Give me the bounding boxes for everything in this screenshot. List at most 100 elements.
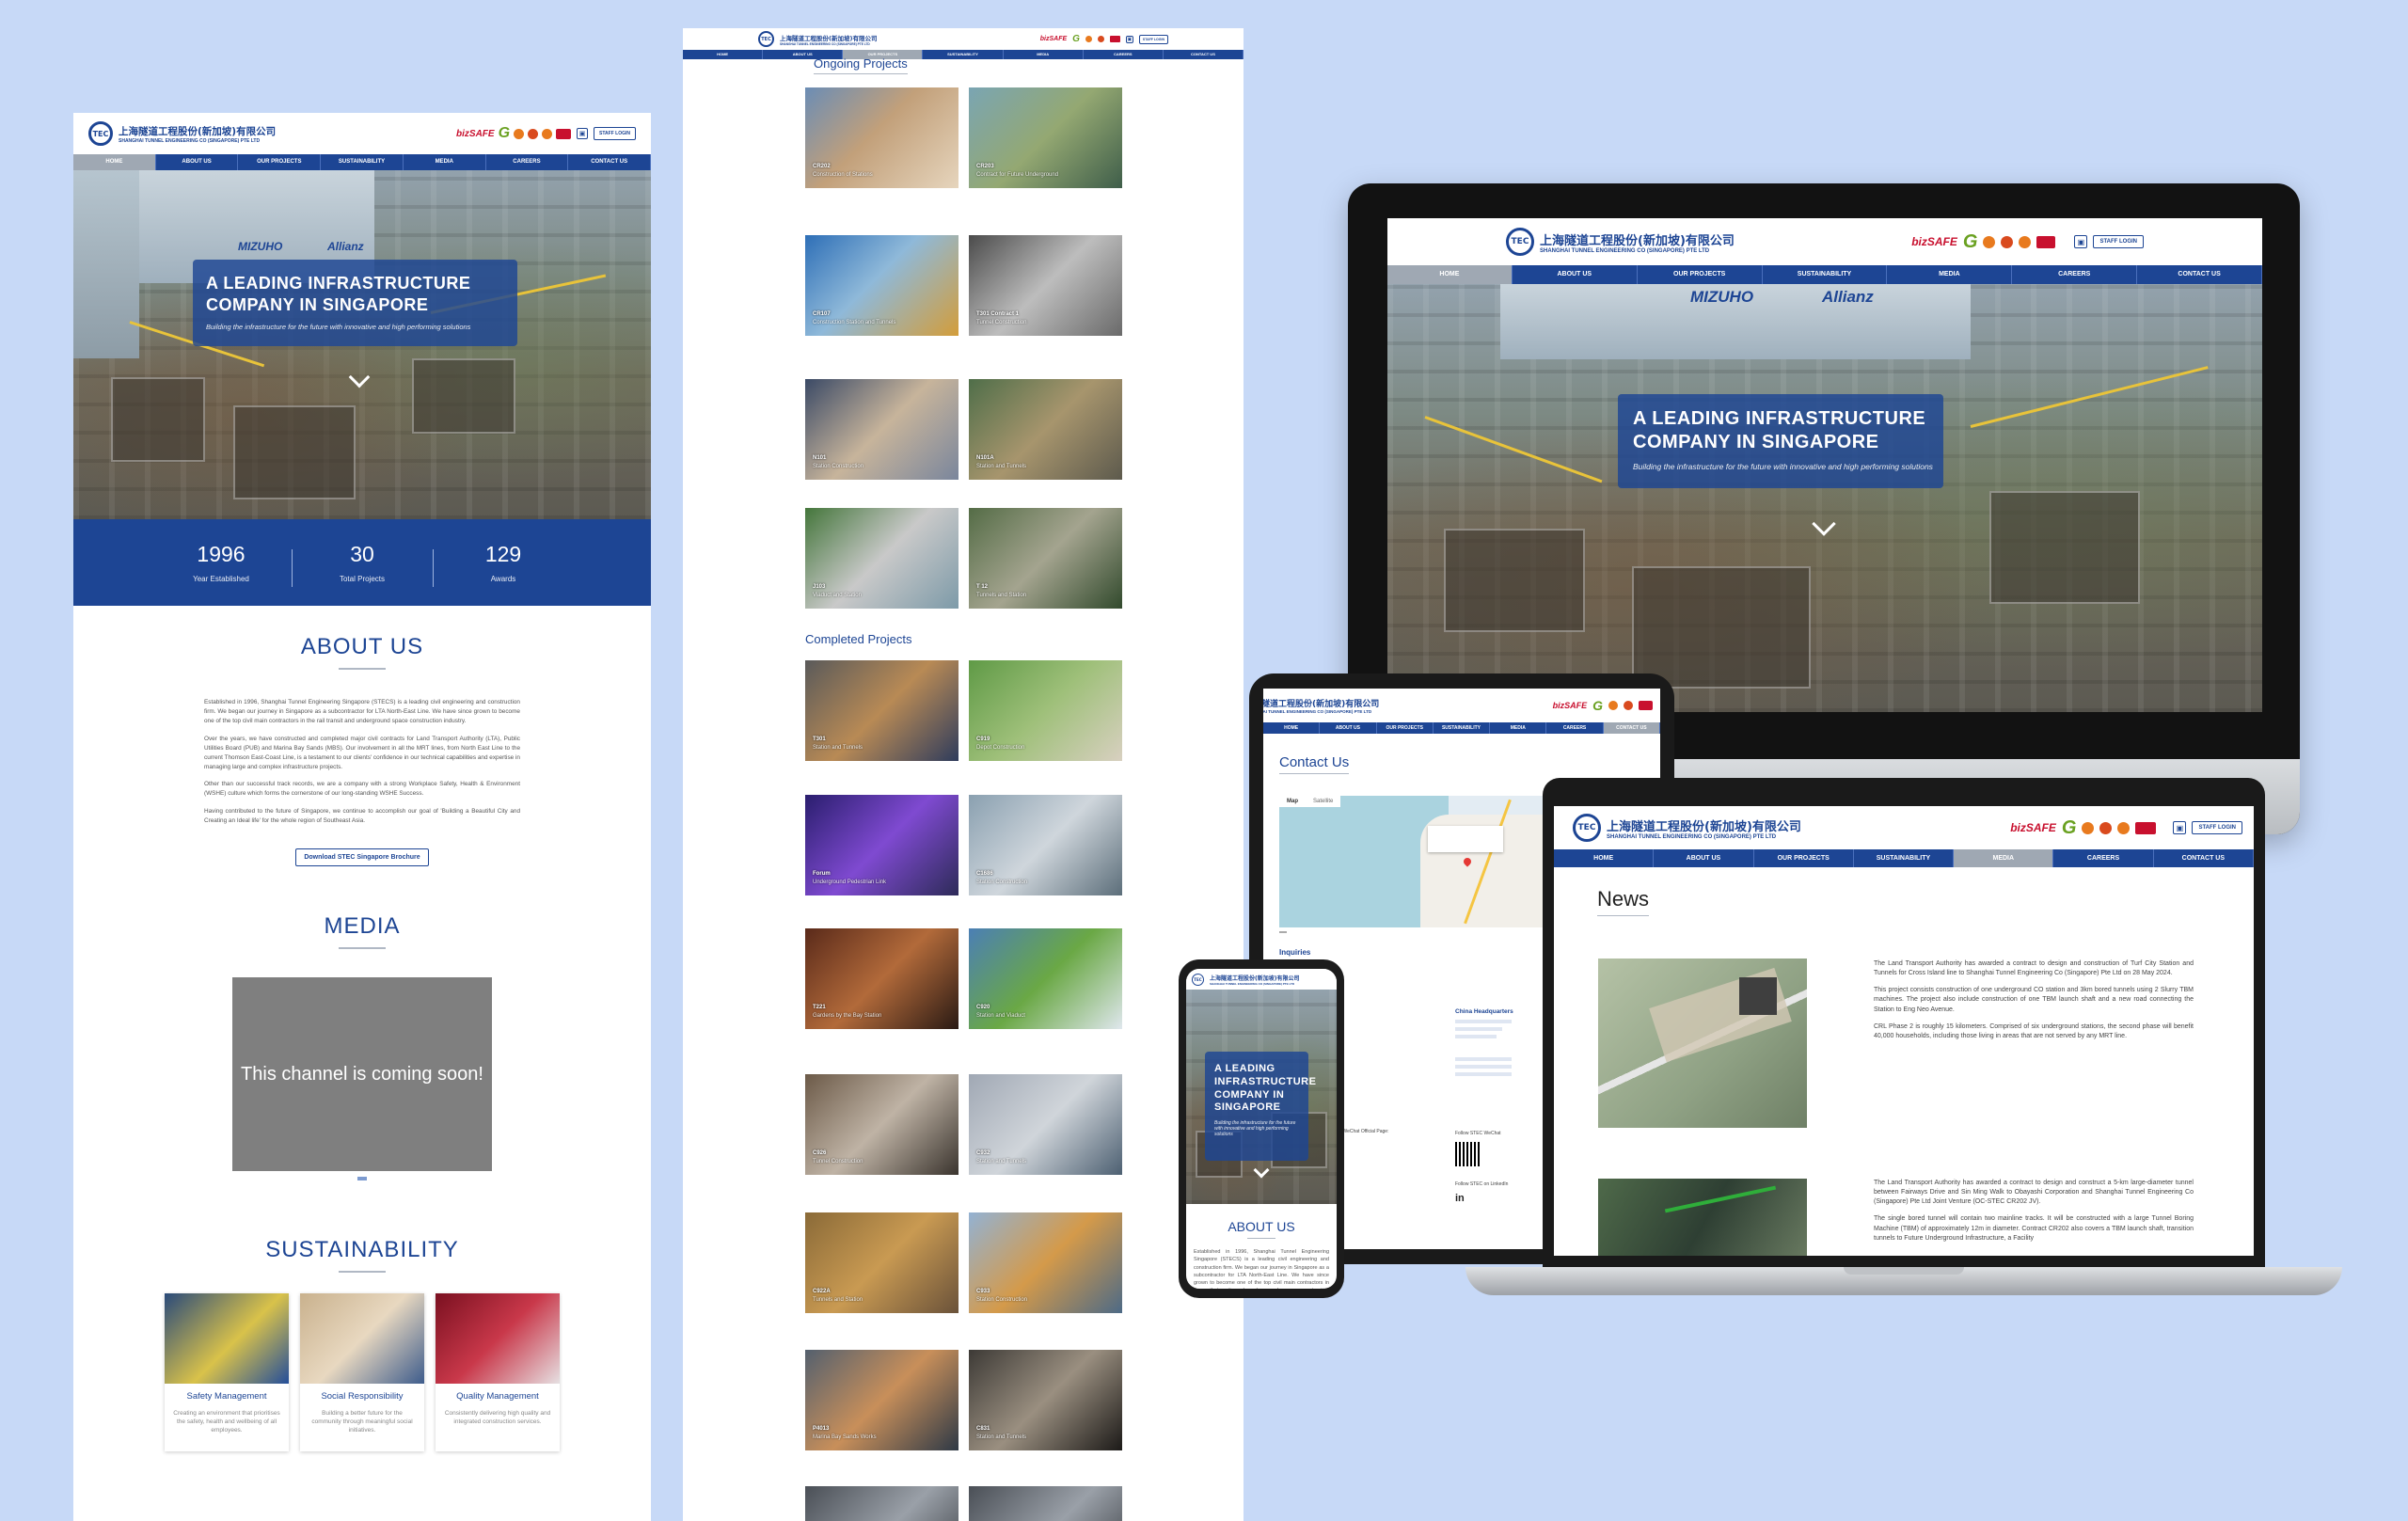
- project-caption: T 12 Tunnels and Station: [976, 583, 1026, 599]
- nav-projects[interactable]: OUR PROJECTS: [238, 154, 322, 170]
- nav-careers[interactable]: CAREERS: [1546, 722, 1604, 734]
- nav-home[interactable]: HOME: [683, 50, 764, 59]
- project-card[interactable]: C920 Station and Viaduct: [969, 928, 1122, 1029]
- project-code: Forum: [813, 871, 831, 878]
- site-logo[interactable]: TEC 上海隧道工程股份(新加坡)有限公司 SHANGHAI TUNNEL EN…: [758, 31, 877, 47]
- project-card[interactable]: C1686 Station Construction: [969, 795, 1122, 895]
- project-card[interactable]: [969, 1486, 1122, 1521]
- project-card[interactable]: C926 Tunnel Construction: [805, 1074, 958, 1175]
- project-card[interactable]: T301 Station and Tunnels: [805, 660, 958, 761]
- wechat-icon[interactable]: ▣: [577, 128, 589, 139]
- site-logo[interactable]: TEC 上海隧道工程股份(新加坡)有限公司 SHANGHAI TUNNEL EN…: [1192, 973, 1300, 986]
- nav-media[interactable]: MEDIA: [404, 154, 486, 170]
- nav-media[interactable]: MEDIA: [1490, 722, 1547, 734]
- site-header: TEC 上海隧道工程股份(新加坡)有限公司 SHANGHAI TUNNEL EN…: [1554, 806, 2254, 849]
- map-type-toggle[interactable]: Map Satellite: [1279, 796, 1341, 807]
- project-caption: Forum Underground Pedestrian Link: [813, 870, 886, 886]
- project-card[interactable]: C831 Station and Tunnels: [969, 1350, 1122, 1450]
- scroll-down-icon[interactable]: [348, 366, 371, 388]
- project-card[interactable]: C933 Station Construction: [969, 1212, 1122, 1313]
- nav-projects[interactable]: OUR PROJECTS: [1638, 265, 1763, 284]
- news-image-map[interactable]: [1598, 1179, 1807, 1256]
- nav-careers[interactable]: CAREERS: [1084, 50, 1164, 59]
- nav-about[interactable]: ABOUT US: [1320, 722, 1377, 734]
- carousel-dot[interactable]: [357, 1177, 367, 1181]
- project-name: Tunnels and Station: [976, 592, 1027, 598]
- nav-sustainability[interactable]: SUSTAINABILITY: [1434, 722, 1491, 734]
- project-card[interactable]: CR202 Construction of Stations: [805, 87, 958, 188]
- nav-contact[interactable]: CONTACT US: [568, 154, 651, 170]
- site-logo[interactable]: TEC 上海隧道工程股份(新加坡)有限公司 SHANGHAI TUNNEL EN…: [1573, 814, 1801, 842]
- brochure-button[interactable]: Download STEC Singapore Brochure: [295, 848, 429, 867]
- sustainability-card[interactable]: Quality Management Consistently deliveri…: [436, 1293, 560, 1452]
- wechat-icon[interactable]: ▣: [1125, 35, 1133, 43]
- project-card[interactable]: C919 Depot Construction: [969, 660, 1122, 761]
- project-caption: C831 Station and Tunnels: [976, 1425, 1026, 1441]
- staff-login-button[interactable]: STAFF LOGIN: [2093, 235, 2144, 248]
- project-card[interactable]: T221 Gardens by the Bay Station: [805, 928, 958, 1029]
- nav-careers[interactable]: CAREERS: [486, 154, 569, 170]
- nav-contact[interactable]: CONTACT US: [2154, 849, 2254, 867]
- nav-projects[interactable]: OUR PROJECTS: [1377, 722, 1434, 734]
- project-card[interactable]: T 12 Tunnels and Station: [969, 508, 1122, 609]
- project-card[interactable]: C922A Tunnels and Station: [805, 1212, 958, 1313]
- nav-about[interactable]: ABOUT US: [1654, 849, 1754, 867]
- nav-sustainability[interactable]: SUSTAINABILITY: [923, 50, 1004, 59]
- nav-about[interactable]: ABOUT US: [1513, 265, 1638, 284]
- completed-title: Completed Projects: [805, 632, 912, 646]
- staff-login-button[interactable]: STAFF LOGIN: [2192, 821, 2242, 834]
- nav-sustainability[interactable]: SUSTAINABILITY: [1854, 849, 1955, 867]
- hero-callout: A LEADING INFRASTRUCTURE COMPANY IN SING…: [1618, 394, 1943, 488]
- nav-home[interactable]: HOME: [1387, 265, 1513, 284]
- news-image-render[interactable]: [1598, 959, 1807, 1128]
- main-nav: HOME ABOUT US OUR PROJECTS SUSTAINABILIT…: [1263, 722, 1660, 734]
- wechat-icon[interactable]: ▣: [2074, 235, 2088, 248]
- nav-contact[interactable]: CONTACT US: [2137, 265, 2262, 284]
- follow-linkedin-label: Follow STEC on LinkedIn: [1455, 1181, 1509, 1187]
- sustainability-card[interactable]: Social Responsibility Building a better …: [300, 1293, 424, 1452]
- nav-contact[interactable]: CONTACT US: [1603, 722, 1660, 734]
- project-card[interactable]: C932 Station and Tunnels: [969, 1074, 1122, 1175]
- linkedin-icon[interactable]: in: [1455, 1193, 1465, 1204]
- site-logo[interactable]: 上海隧道工程股份(新加坡)有限公司 SHANGHAI TUNNEL ENGINE…: [1263, 697, 1379, 714]
- nav-sustainability[interactable]: SUSTAINABILITY: [321, 154, 404, 170]
- stat-projects: 30 Total Projects: [292, 542, 433, 587]
- company-name-cn: 上海隧道工程股份(新加坡)有限公司: [119, 125, 277, 137]
- news-item-text: The Land Transport Authority has awarded…: [1874, 960, 2194, 1039]
- project-card[interactable]: N101 Station Construction: [805, 379, 958, 480]
- nav-media[interactable]: MEDIA: [1887, 265, 2013, 284]
- project-caption: N101A Station and Tunnels: [976, 454, 1026, 470]
- nav-home[interactable]: HOME: [1554, 849, 1655, 867]
- wechat-icon[interactable]: ▣: [2173, 821, 2187, 834]
- nav-sustainability[interactable]: SUSTAINABILITY: [1763, 265, 1888, 284]
- nav-careers[interactable]: CAREERS: [2012, 265, 2138, 284]
- scroll-down-icon[interactable]: [1253, 1162, 1270, 1179]
- nav-media[interactable]: MEDIA: [1954, 849, 2054, 867]
- project-code: P4013: [813, 1426, 830, 1433]
- about-paragraph: Established in 1996, Shanghai Tunnel Eng…: [204, 699, 520, 724]
- project-card[interactable]: [805, 1486, 958, 1521]
- sustainability-card[interactable]: Safety Management Creating an environmen…: [165, 1293, 289, 1452]
- project-card[interactable]: CR203 Contract for Future Underground: [969, 87, 1122, 188]
- staff-login-button[interactable]: STAFF LOGIN: [1138, 34, 1168, 44]
- scroll-down-icon[interactable]: [1812, 512, 1836, 536]
- nav-projects[interactable]: OUR PROJECTS: [1754, 849, 1854, 867]
- award-logo-icon: [556, 128, 572, 139]
- staff-login-button[interactable]: STAFF LOGIN: [594, 127, 636, 140]
- project-card[interactable]: J103 Viaduct and Station: [805, 508, 958, 609]
- nav-home[interactable]: HOME: [73, 154, 156, 170]
- site-logo[interactable]: TEC 上海隧道工程股份(新加坡)有限公司 SHANGHAI TUNNEL EN…: [88, 121, 276, 146]
- project-card[interactable]: CR107 Construction Station and Tunnels: [805, 235, 958, 336]
- nav-careers[interactable]: CAREERS: [2053, 849, 2154, 867]
- nav-contact[interactable]: CONTACT US: [1164, 50, 1244, 59]
- nav-home[interactable]: HOME: [1263, 722, 1321, 734]
- nav-media[interactable]: MEDIA: [1004, 50, 1084, 59]
- site-logo[interactable]: TEC 上海隧道工程股份(新加坡)有限公司 SHANGHAI TUNNEL EN…: [1506, 228, 1735, 256]
- project-card[interactable]: T301 Contract 1 Tunnel Construction: [969, 235, 1122, 336]
- main-nav: HOME ABOUT US OUR PROJECTS SUSTAINABILIT…: [683, 50, 1244, 59]
- iso-cert-icon: [2082, 821, 2095, 834]
- project-card[interactable]: P4013 Marina Bay Sands Works: [805, 1350, 958, 1450]
- project-card[interactable]: N101A Station and Tunnels: [969, 379, 1122, 480]
- nav-about[interactable]: ABOUT US: [156, 154, 239, 170]
- project-card[interactable]: Forum Underground Pedestrian Link: [805, 795, 958, 895]
